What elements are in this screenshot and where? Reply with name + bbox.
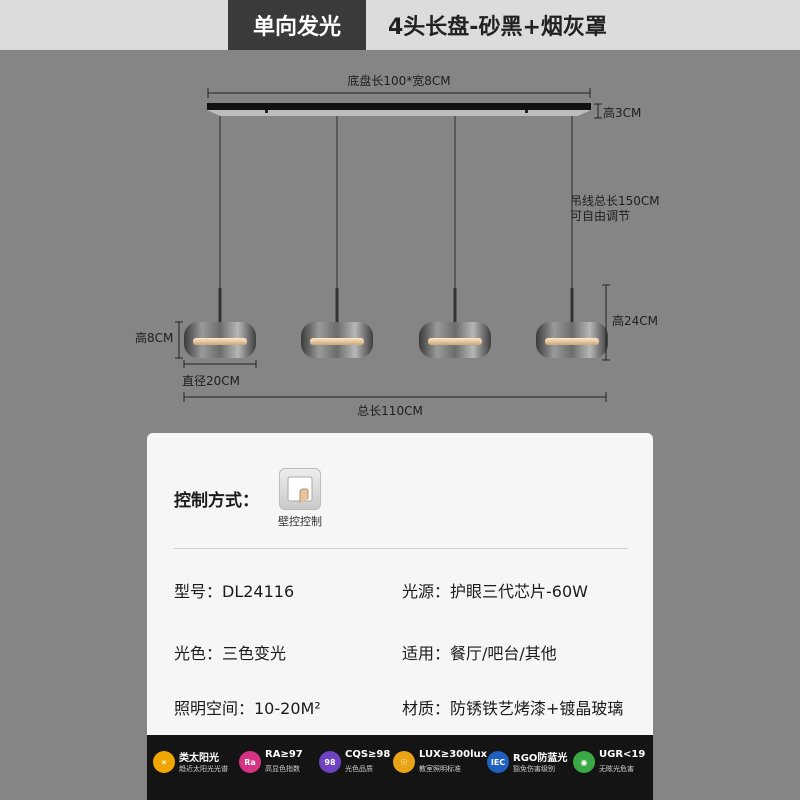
spec-space: 照明空间：10-20M² [174, 699, 321, 718]
product-dimension-diagram: 底盘长100*宽8CM 高3CM 吊线总长150CM 可自由调节 高24CM 高… [135, 73, 660, 418]
suspension-cables [219, 116, 573, 320]
sun-icon: ☀ [153, 751, 175, 773]
badge-title: UGR<19 [599, 749, 646, 760]
wall-switch-icon [279, 468, 321, 510]
shade-height-label: 高8CM [135, 330, 173, 345]
spec-light-color: 光色：三色变光 [174, 644, 287, 663]
total-length-label: 总长110CM [357, 404, 423, 418]
emission-type-tag: 单向发光 [228, 0, 366, 50]
eye-icon: ◉ [573, 751, 595, 773]
lamp-height-label: 高24CM [612, 313, 658, 328]
lamp-height-dimension: 高24CM [602, 284, 658, 361]
ra-icon: Ra [239, 751, 261, 773]
iec-icon: IEC [487, 751, 509, 773]
control-method-value: 壁控控制 [278, 515, 322, 528]
control-method-label: 控制方式： [174, 491, 259, 511]
badge-subtitle: 高显色指数 [265, 765, 300, 773]
pendant-lamp [301, 288, 373, 358]
cable-adjust-label: 可自由调节 [570, 209, 630, 223]
spec-usage: 适用：餐厅/吧台/其他 [402, 644, 557, 663]
badge-title: RA≥97 [265, 749, 303, 760]
badge-subtitle: 豁免伤害级别 [513, 765, 555, 773]
badge-title: CQS≥98 [345, 749, 391, 760]
spec-light-source: 光源：护眼三代芯片-60W [402, 582, 588, 601]
spec-material: 材质：防锈铁艺烤漆+镀晶玻璃 [402, 699, 624, 718]
pendant-lamp [419, 288, 491, 358]
badge-title: 类太阳光 [179, 753, 219, 764]
product-title: 4头长盘-砂黑+烟灰罩 [388, 15, 607, 40]
badge-title: RGO防蓝光 [513, 753, 568, 764]
base-dimension: 底盘长100*宽8CM [207, 73, 591, 98]
diameter-label: 直径20CM [182, 374, 240, 388]
badge-subtitle: 趋近太阳光光谱 [179, 765, 228, 773]
badge-subtitle: 教室照明标准 [419, 765, 461, 773]
badge-subtitle: 光色品质 [345, 765, 373, 773]
base-dimension-label: 底盘长100*宽8CM [347, 73, 450, 88]
diameter-dimension: 直径20CM [182, 360, 257, 388]
badge-title: LUX≥300lux [419, 749, 488, 760]
ceiling-canopy [207, 103, 591, 116]
base-height-label: 高3CM [603, 105, 641, 120]
feature-badges: ☀ 类太阳光 趋近太阳光光谱 Ra RA≥97 高显色指数 98 CQS≥98 … [147, 735, 653, 800]
divider [174, 548, 628, 549]
shade-height-dimension: 高8CM [135, 321, 183, 359]
pendant-lamp [184, 288, 256, 358]
lux-icon: ☉ [393, 751, 415, 773]
total-length-dimension: 总长110CM [183, 392, 607, 418]
cable-length-label: 吊线总长150CM [570, 194, 660, 208]
spec-model: 型号：DL24116 [174, 582, 295, 601]
pendant-lamp [536, 288, 608, 358]
cqs-icon: 98 [319, 751, 341, 773]
badge-subtitle: 无眩光危害 [599, 765, 634, 773]
header-bar: 单向发光 4头长盘-砂黑+烟灰罩 [0, 0, 800, 50]
pendant-lamps [184, 288, 608, 358]
base-height-dimension: 高3CM [594, 103, 641, 120]
